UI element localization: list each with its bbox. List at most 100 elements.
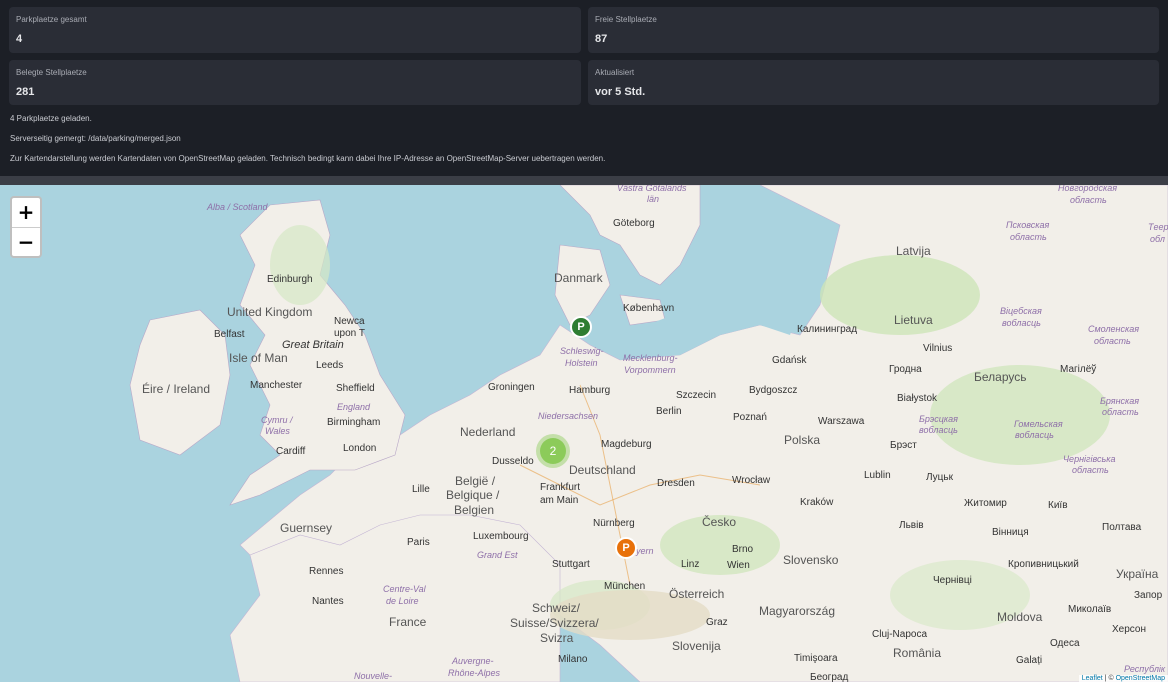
map-label: Magdeburg bbox=[601, 439, 652, 450]
marker-parking-green[interactable]: P bbox=[570, 316, 592, 338]
map-label: Slovensko bbox=[783, 553, 839, 567]
map-label: область bbox=[1010, 232, 1047, 242]
map-label: Nantes bbox=[312, 596, 344, 607]
map-label: Tеер bbox=[1148, 222, 1168, 232]
map-label: Львів bbox=[899, 520, 924, 531]
stat-label-occupied: Belegte Stellplaetze bbox=[16, 68, 87, 77]
map-label: Україна bbox=[1116, 567, 1159, 581]
map-label: Groningen bbox=[488, 382, 535, 393]
map-label: Wales bbox=[265, 426, 290, 436]
map-label: Одеса bbox=[1050, 638, 1080, 649]
map-label: Dresden bbox=[657, 478, 695, 489]
stat-card-updated: Aktualisiert vor 5 Std. bbox=[588, 60, 1159, 105]
map-label: Magyarország bbox=[759, 604, 836, 618]
map-attribution: Leaflet | © OpenStreetMap bbox=[1078, 675, 1168, 682]
map-label: Graz bbox=[706, 617, 728, 628]
map-label: Holstein bbox=[565, 358, 598, 368]
map-label: Leeds bbox=[316, 360, 344, 371]
map-label: область bbox=[1072, 465, 1109, 475]
map-label: Чернівці bbox=[933, 575, 972, 586]
map-label: Poznań bbox=[733, 412, 767, 423]
map-label: Псковская bbox=[1006, 220, 1050, 230]
loaded-note: 4 Parkplaetze geladen. bbox=[10, 114, 92, 123]
cluster-count[interactable]: 2 bbox=[540, 438, 566, 464]
map-label: Sheffield bbox=[336, 383, 375, 394]
zoom-out-button[interactable]: − bbox=[12, 228, 40, 256]
map-label: Szczecin bbox=[676, 390, 717, 401]
map-label: Suisse/Svizzera/ bbox=[510, 616, 599, 630]
map-label: Запор bbox=[1134, 590, 1163, 601]
map-label: Луцьк bbox=[926, 472, 953, 483]
map-label: Timişoara bbox=[794, 653, 838, 664]
zoom-in-button[interactable]: + bbox=[12, 198, 40, 227]
map-label: область bbox=[1102, 407, 1139, 417]
map-label: Galați bbox=[1016, 655, 1043, 666]
leaflet-link[interactable]: Leaflet bbox=[1082, 675, 1103, 682]
map-label: Беларусь bbox=[974, 370, 1027, 384]
map-label: Брянская bbox=[1100, 396, 1140, 406]
stat-card-occupied: Belegte Stellplaetze 281 bbox=[9, 60, 581, 105]
map-label: Hamburg bbox=[569, 385, 611, 396]
map-label: Deutschland bbox=[569, 463, 636, 477]
map-label: Česko bbox=[702, 515, 737, 529]
map-label: Брэсцкая bbox=[919, 414, 958, 424]
map-label: Cymru / bbox=[261, 415, 293, 425]
map-label: yern bbox=[636, 546, 654, 556]
map-label: Cardiff bbox=[276, 446, 306, 457]
map-label: Rennes bbox=[309, 566, 344, 577]
merge-note: Serverseitig gemergt: /data/parking/merg… bbox=[10, 134, 181, 143]
stat-value-free: 87 bbox=[595, 33, 608, 45]
stat-label-total: Parkplaetze gesamt bbox=[16, 15, 87, 24]
map-label: Guernsey bbox=[280, 521, 333, 535]
map-label: Полтава bbox=[1102, 522, 1142, 533]
map-label: вобласць bbox=[1015, 430, 1054, 440]
attribution-separator: | © bbox=[1102, 675, 1116, 682]
map-label: Калининград bbox=[797, 324, 858, 335]
marker-cluster[interactable]: 2 bbox=[536, 434, 570, 468]
resize-divider[interactable] bbox=[0, 176, 1168, 185]
map-label: Lublin bbox=[864, 470, 891, 481]
map-label: België / bbox=[455, 474, 496, 488]
map-label: Great Britain bbox=[282, 339, 344, 351]
map-label: Віцебская bbox=[1000, 306, 1042, 316]
map-label: Lietuva bbox=[894, 313, 933, 327]
map-label: Чернігівська bbox=[1063, 454, 1116, 464]
map-label: Isle of Man bbox=[229, 351, 288, 365]
map-label: Rhône-Alpes bbox=[448, 668, 501, 678]
map-label: Centre-Val bbox=[383, 584, 426, 594]
map-label: London bbox=[343, 443, 377, 454]
map-label: Республік bbox=[1124, 664, 1166, 674]
map-label: Edinburgh bbox=[267, 274, 313, 285]
marker-parking-orange[interactable]: P bbox=[615, 537, 637, 559]
map-label: Вінниця bbox=[992, 527, 1029, 538]
map-label: Магілёў bbox=[1060, 364, 1097, 375]
map-container[interactable]: Västra Götalands län Новгородская област… bbox=[0, 185, 1168, 682]
stat-value-occupied: 281 bbox=[16, 86, 35, 98]
map-label: Schweiz/ bbox=[532, 601, 581, 615]
map-label: Belgique / bbox=[446, 488, 500, 502]
osm-link[interactable]: OpenStreetMap bbox=[1116, 675, 1165, 682]
map-label: Linz bbox=[681, 559, 700, 570]
parking-icon: P bbox=[622, 542, 630, 554]
map-label: Alba / Scotland bbox=[207, 202, 268, 212]
map-label: Vilnius bbox=[923, 343, 953, 354]
map-label: Svizra bbox=[540, 631, 574, 645]
map-label: Västra Götalands bbox=[617, 185, 687, 193]
map-label: Wien bbox=[727, 560, 750, 571]
stat-value-updated: vor 5 Std. bbox=[595, 86, 646, 98]
map-label: France bbox=[389, 615, 427, 629]
map-label: Berlin bbox=[656, 406, 682, 417]
map-label: Luxembourg bbox=[473, 531, 529, 542]
map-label: Belgien bbox=[454, 503, 495, 517]
map-label: Belfast bbox=[214, 329, 245, 340]
map-label: Херсон bbox=[1112, 624, 1146, 635]
map-label: Białystok bbox=[897, 393, 938, 404]
map-label: Warszawa bbox=[818, 416, 865, 427]
map-label: Manchester bbox=[250, 380, 303, 391]
map-label: de Loire bbox=[386, 596, 419, 606]
map-label: Кропивницький bbox=[1008, 559, 1079, 570]
map-label: København bbox=[623, 303, 675, 314]
stat-card-free: Freie Stellplaetze 87 bbox=[588, 7, 1159, 53]
map-label: Milano bbox=[558, 654, 588, 665]
map-label: Göteborg bbox=[613, 218, 655, 229]
